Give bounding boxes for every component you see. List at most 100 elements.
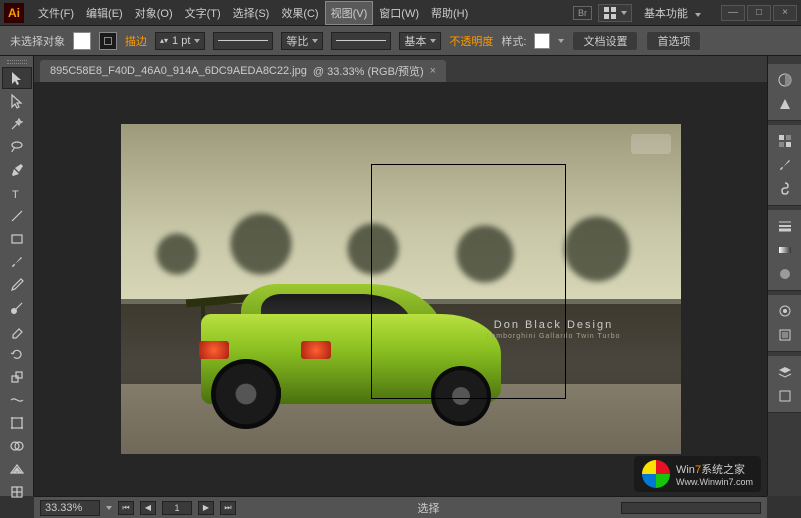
app-icon: Ai bbox=[4, 3, 24, 23]
current-tool-label: 选择 bbox=[242, 500, 615, 516]
chevron-down-icon bbox=[621, 11, 627, 15]
style-label: 样式: bbox=[501, 33, 526, 49]
artboards-panel-icon[interactable] bbox=[770, 384, 800, 408]
rotate-tool[interactable] bbox=[2, 343, 32, 365]
options-bar: 未选择对象 描边 ▴▾ 1 pt 等比 基本 不透明度 样式: 文档设置 首选项 bbox=[0, 26, 801, 56]
fill-swatch[interactable] bbox=[73, 32, 91, 50]
chevron-down-icon bbox=[430, 39, 436, 43]
stroke-weight-value: 1 pt bbox=[172, 35, 190, 47]
eraser-tool[interactable] bbox=[2, 320, 32, 342]
workspace-label: 基本功能 bbox=[644, 8, 688, 20]
symbols-panel-icon[interactable] bbox=[770, 177, 800, 201]
next-artboard-button[interactable]: ▶ bbox=[198, 501, 214, 515]
style-swatch[interactable] bbox=[534, 33, 550, 49]
menubar: Ai 文件(F) 编辑(E) 对象(O) 文字(T) 选择(S) 效果(C) 视… bbox=[0, 0, 801, 26]
menu-file[interactable]: 文件(F) bbox=[32, 1, 80, 25]
tools-panel: T bbox=[0, 56, 34, 496]
prev-artboard-button[interactable]: ◀ bbox=[140, 501, 156, 515]
line-tool[interactable] bbox=[2, 205, 32, 227]
status-bar: 33.33% ⏮ ◀ 1 ▶ ⏭ 选择 bbox=[34, 496, 767, 518]
rectangle-tool[interactable] bbox=[2, 228, 32, 250]
svg-text:T: T bbox=[12, 189, 19, 201]
panel-grip[interactable] bbox=[0, 58, 33, 66]
perspective-grid-tool[interactable] bbox=[2, 458, 32, 480]
watermark-title: Win7系统之家 bbox=[676, 461, 753, 477]
mesh-tool[interactable] bbox=[2, 481, 32, 503]
brush-preview[interactable] bbox=[331, 32, 391, 50]
shape-builder-tool[interactable] bbox=[2, 435, 32, 457]
last-artboard-button[interactable]: ⏭ bbox=[220, 501, 236, 515]
menu-select[interactable]: 选择(S) bbox=[227, 1, 276, 25]
transparency-panel-icon[interactable] bbox=[770, 262, 800, 286]
chevron-down-icon bbox=[312, 39, 318, 43]
stroke-profile-preview[interactable] bbox=[213, 32, 273, 50]
gradient-panel-icon[interactable] bbox=[770, 238, 800, 262]
stroke-weight-input[interactable]: ▴▾ 1 pt bbox=[155, 32, 205, 50]
maximize-button[interactable]: □ bbox=[747, 5, 771, 21]
document-area: 895C58E8_F40D_46A0_914A_6DC9AEDA8C22.jpg… bbox=[34, 56, 767, 496]
preferences-button[interactable]: 首选项 bbox=[646, 31, 701, 51]
arrange-documents-button[interactable] bbox=[598, 4, 632, 22]
chevron-down-icon bbox=[558, 39, 564, 43]
zoom-value: 33.33% bbox=[45, 502, 82, 514]
layers-panel-icon[interactable] bbox=[770, 360, 800, 384]
windows-logo-icon bbox=[642, 460, 670, 488]
first-artboard-button[interactable]: ⏮ bbox=[118, 501, 134, 515]
stroke-panel-icon[interactable] bbox=[770, 214, 800, 238]
color-guide-panel-icon[interactable] bbox=[770, 92, 800, 116]
right-dock bbox=[767, 56, 801, 496]
stroke-label[interactable]: 描边 bbox=[125, 33, 147, 49]
scale-label: 等比 bbox=[286, 33, 308, 49]
stepper-icon: ▴▾ bbox=[160, 36, 168, 45]
tab-suffix: @ 33.33% (RGB/预览) bbox=[313, 63, 424, 79]
opacity-label[interactable]: 不透明度 bbox=[449, 33, 493, 49]
menu-view[interactable]: 视图(V) bbox=[325, 1, 374, 25]
color-panel-icon[interactable] bbox=[770, 68, 800, 92]
minimize-button[interactable]: — bbox=[721, 5, 745, 21]
canvas-viewport[interactable]: Don Black Design Lamborghini Gallardo Tw… bbox=[34, 82, 767, 496]
graphic-styles-panel-icon[interactable] bbox=[770, 323, 800, 347]
main-area: T 895C58E8_F40D_46A0_914A_6DC9AEDA8C22.j… bbox=[0, 56, 801, 496]
pen-tool[interactable] bbox=[2, 159, 32, 181]
image-watermark bbox=[631, 134, 671, 154]
appearance-panel-icon[interactable] bbox=[770, 299, 800, 323]
magic-wand-tool[interactable] bbox=[2, 113, 32, 135]
menu-window[interactable]: 窗口(W) bbox=[373, 1, 425, 25]
artboard-number[interactable]: 1 bbox=[162, 501, 192, 515]
zoom-input[interactable]: 33.33% bbox=[40, 500, 100, 516]
document-setup-button[interactable]: 文档设置 bbox=[572, 31, 638, 51]
bridge-button[interactable]: Br bbox=[573, 6, 592, 20]
menu-help[interactable]: 帮助(H) bbox=[425, 1, 474, 25]
document-tab[interactable]: 895C58E8_F40D_46A0_914A_6DC9AEDA8C22.jpg… bbox=[40, 60, 446, 82]
grid-icon bbox=[603, 6, 617, 20]
blob-brush-tool[interactable] bbox=[2, 297, 32, 319]
lasso-tool[interactable] bbox=[2, 136, 32, 158]
horizontal-scrollbar[interactable] bbox=[621, 502, 761, 514]
menu-object[interactable]: 对象(O) bbox=[129, 1, 179, 25]
scale-tool[interactable] bbox=[2, 366, 32, 388]
tab-close-button[interactable]: × bbox=[430, 65, 436, 77]
pencil-tool[interactable] bbox=[2, 274, 32, 296]
brushes-panel-icon[interactable] bbox=[770, 153, 800, 177]
direct-selection-tool[interactable] bbox=[2, 90, 32, 112]
free-transform-tool[interactable] bbox=[2, 412, 32, 434]
placed-image[interactable]: Don Black Design Lamborghini Gallardo Tw… bbox=[121, 124, 681, 454]
brush-combo[interactable]: 基本 bbox=[399, 32, 441, 50]
menu-type[interactable]: 文字(T) bbox=[179, 1, 227, 25]
scale-proportional-combo[interactable]: 等比 bbox=[281, 32, 323, 50]
width-tool[interactable] bbox=[2, 389, 32, 411]
workspace-switcher[interactable]: 基本功能 bbox=[638, 1, 707, 25]
close-button[interactable]: × bbox=[773, 5, 797, 21]
brush-label: 基本 bbox=[404, 33, 426, 49]
watermark-url: Www.Winwin7.com bbox=[676, 477, 753, 487]
type-tool[interactable]: T bbox=[2, 182, 32, 204]
menu-edit[interactable]: 编辑(E) bbox=[80, 1, 129, 25]
chevron-down-icon bbox=[194, 39, 200, 43]
stroke-swatch[interactable] bbox=[99, 32, 117, 50]
selection-marquee[interactable] bbox=[371, 164, 566, 399]
menu-effect[interactable]: 效果(C) bbox=[275, 1, 324, 25]
paintbrush-tool[interactable] bbox=[2, 251, 32, 273]
swatches-panel-icon[interactable] bbox=[770, 129, 800, 153]
selection-tool[interactable] bbox=[2, 67, 32, 89]
chevron-down-icon[interactable] bbox=[106, 506, 112, 510]
